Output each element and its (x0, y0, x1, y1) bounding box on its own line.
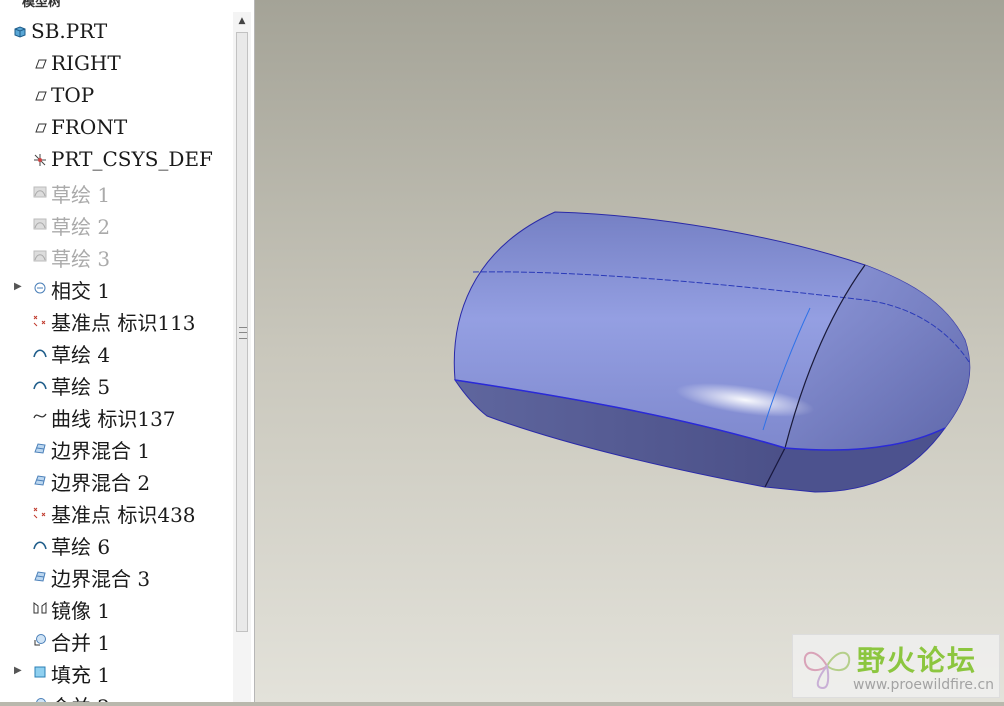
tree-item[interactable]: RIGHT (0, 48, 232, 80)
tree-item-label: 草绘 5 (51, 375, 111, 399)
tree-item-label: 草绘 4 (51, 343, 111, 367)
model-canvas[interactable] (255, 0, 1004, 702)
graphics-viewport[interactable] (255, 0, 1004, 702)
panel-header: 模型树 ✱ ▭ ⌕ (0, 0, 254, 10)
sketch-curve-icon (32, 536, 48, 552)
datum-point-icon (32, 504, 48, 520)
tree-item[interactable]: 边界混合 3 (0, 560, 232, 592)
merge-icon (32, 696, 48, 702)
fill-icon (32, 664, 48, 680)
sketch-icon (32, 248, 48, 264)
vertical-scrollbar[interactable]: ▲ (233, 12, 251, 702)
part-icon (12, 24, 28, 40)
tree-item[interactable]: TOP (0, 80, 232, 112)
settings-icon[interactable]: ✱ (142, 0, 154, 3)
tree-item[interactable]: 镜像 1 (0, 592, 232, 624)
datum-plane-icon (32, 88, 48, 104)
scroll-thumb[interactable] (236, 32, 248, 632)
tree-item[interactable]: 合并 1 (0, 624, 232, 656)
sketch-icon (32, 216, 48, 232)
tree-item[interactable]: SB.PRT (0, 16, 232, 48)
tree-item-label: 合并 2 (51, 691, 110, 702)
expand-arrow-icon[interactable]: ▶ (14, 281, 28, 292)
tree-item[interactable]: PRT_CSYS_DEF (0, 144, 232, 176)
watermark-title: 野火论坛 (857, 644, 978, 677)
watermark-url: www.proewildfire.cn (853, 677, 995, 693)
tree-item[interactable]: FRONT (0, 112, 232, 144)
tree-item-label: PRT_CSYS_DEF (51, 147, 213, 171)
tree-item-label: 基准点 标识438 (51, 503, 196, 527)
tree-item[interactable]: 边界混合 1 (0, 432, 232, 464)
tree-item-label: FRONT (51, 115, 128, 139)
csys-icon (32, 152, 48, 168)
tree-item[interactable]: 合并 2 (0, 688, 232, 702)
tree-item[interactable]: 草绘 4 (0, 336, 232, 368)
tree-item-label: 边界混合 1 (51, 439, 151, 463)
boundary-blend-icon (32, 440, 48, 456)
tree-item-label: 相交 1 (51, 279, 111, 303)
merge-icon (32, 632, 48, 648)
forum-watermark: 野火论坛 www.proewildfire.cn (792, 634, 1000, 698)
tree-item[interactable]: 基准点 标识113 (0, 304, 232, 336)
butterfly-logo-icon (803, 651, 851, 690)
tree-item[interactable]: 曲线 标识137 (0, 400, 232, 432)
tree-item[interactable]: 基准点 标识438 (0, 496, 232, 528)
tree-item-label: TOP (51, 83, 95, 107)
scroll-up-arrow[interactable]: ▲ (236, 15, 248, 27)
scroll-grip (239, 327, 247, 339)
tree-item-label: 边界混合 2 (51, 471, 151, 495)
tree-item-label: SB.PRT (31, 19, 108, 43)
datum-plane-icon (32, 56, 48, 72)
tree-item-label: 曲线 标识137 (51, 407, 176, 431)
tree-item[interactable]: 草绘 3 (0, 240, 232, 272)
sketch-curve-icon (32, 344, 48, 360)
datum-point-icon (32, 312, 48, 328)
model-tree-panel: 模型树 ✱ ▭ ⌕ SB.PRT RIGHT TOP FRONT PRT_CSYS_DE… (0, 0, 255, 702)
tree-item-label: 草绘 3 (51, 247, 111, 271)
tree-item[interactable]: 草绘 2 (0, 208, 232, 240)
sketch-curve-icon (32, 376, 48, 392)
tree-item-label: 草绘 1 (51, 183, 111, 207)
tree-item-label: 合并 1 (51, 631, 111, 655)
tree-item-label: 草绘 2 (51, 215, 111, 239)
show-icon[interactable]: ▭ (184, 0, 196, 3)
sketch-icon (32, 184, 48, 200)
boundary-blend-icon (32, 472, 48, 488)
curve-icon (32, 408, 48, 424)
tree-item[interactable]: ▶ 填充 1 (0, 656, 232, 688)
panel-title: 模型树 (22, 0, 62, 10)
search-icon[interactable]: ⌕ (234, 0, 246, 3)
tree-item[interactable]: 草绘 5 (0, 368, 232, 400)
tree-item-label: 草绘 6 (51, 535, 111, 559)
boundary-blend-icon (32, 568, 48, 584)
tree-item[interactable]: 草绘 6 (0, 528, 232, 560)
tree-item[interactable]: ▶ 相交 1 (0, 272, 232, 304)
tree-item[interactable]: 草绘 1 (0, 176, 232, 208)
tree-item-label: 填充 1 (51, 663, 111, 687)
datum-plane-icon (32, 120, 48, 136)
expand-arrow-icon[interactable]: ▶ (14, 665, 28, 676)
tree-item-label: 基准点 标识113 (51, 311, 196, 335)
tree-item[interactable]: 边界混合 2 (0, 464, 232, 496)
intersect-icon (32, 280, 48, 296)
mirror-icon (32, 600, 48, 616)
tree-item-label: 镜像 1 (51, 599, 111, 623)
tree-item-label: RIGHT (51, 51, 121, 75)
tree-item-label: 边界混合 3 (51, 567, 151, 591)
